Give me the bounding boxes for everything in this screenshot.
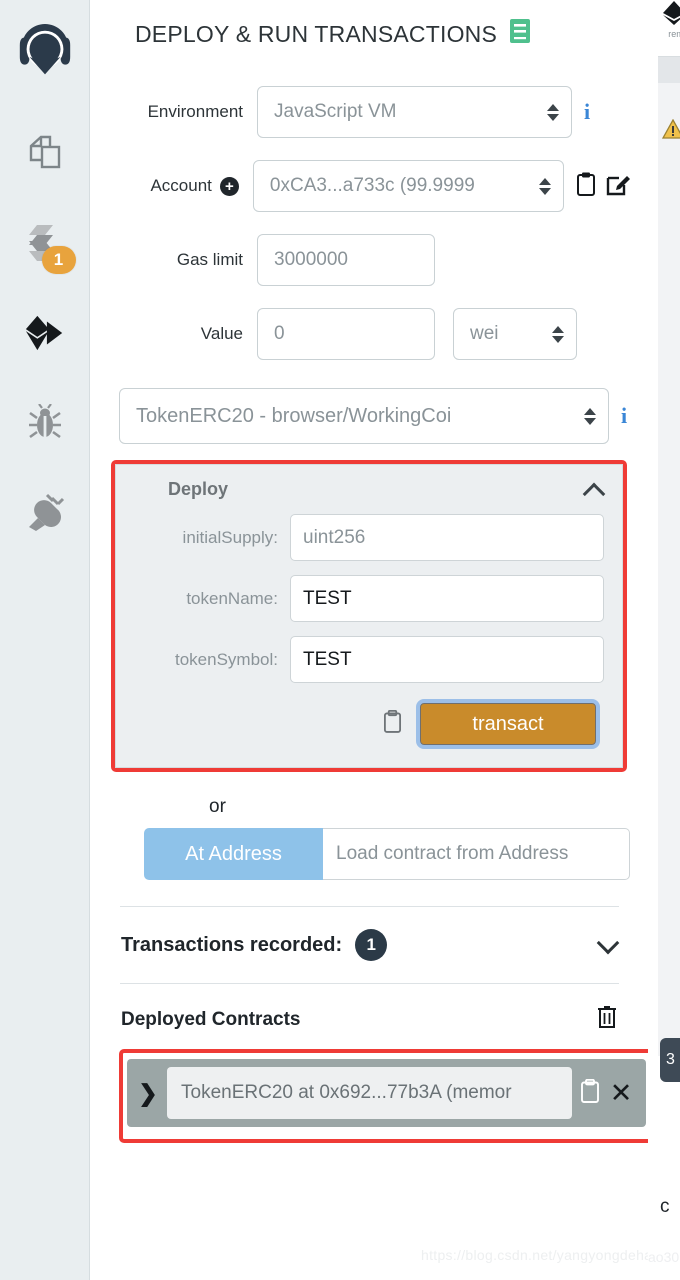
arg-label-token-symbol: tokenSymbol: [175, 649, 278, 669]
ethereum-diamond-icon [663, 1, 680, 30]
transactions-recorded-row[interactable]: Transactions recorded: 1 [109, 907, 630, 983]
account-label-text: Account [150, 176, 212, 195]
or-label: or [209, 796, 226, 817]
chevron-right-icon[interactable]: ❯ [137, 1080, 159, 1107]
watermark: https://blog.csdn.net/yangyongdehao30 [421, 1247, 648, 1263]
clipboard-icon[interactable] [576, 172, 596, 201]
remix-logo-icon [14, 22, 76, 89]
gas-limit-input[interactable]: 3000000 [257, 234, 435, 286]
deployed-contracts-highlight: ❯ TokenERC20 at 0x692...77b3A (memor ✕ [119, 1049, 648, 1143]
page-title: DEPLOY & RUN TRANSACTIONS [109, 0, 630, 50]
environment-select[interactable]: JavaScript VM [257, 86, 572, 138]
edit-square-icon[interactable] [606, 172, 630, 201]
value-unit: wei [470, 323, 499, 344]
arg-input-initial-supply[interactable]: uint256 [290, 514, 604, 561]
transactions-recorded-label: Transactions recorded: [121, 933, 343, 956]
chevron-updown-icon [545, 103, 561, 121]
deploy-arg-row: initialSupply: uint256 [134, 514, 604, 561]
gas-limit-label: Gas limit [176, 250, 243, 269]
value-input[interactable]: 0 [257, 308, 435, 360]
deploy-title: Deploy [168, 479, 229, 499]
plus-circle-icon[interactable]: + [219, 176, 239, 196]
compiler-badge-count: 1 [41, 246, 76, 274]
clipboard-icon[interactable] [383, 709, 402, 738]
environment-value: JavaScript VM [274, 101, 397, 122]
arg-input-token-symbol[interactable]: TEST [290, 636, 604, 683]
watermark-tail: ao30 [648, 1249, 680, 1265]
environment-row: Environment JavaScript VM i [109, 86, 630, 138]
value-label: Value [200, 324, 243, 343]
sidebar-item-deploy-run[interactable] [0, 290, 90, 380]
environment-label: Environment [147, 102, 243, 121]
transact-button[interactable]: transact [420, 703, 596, 745]
account-row: Account + 0xCA3...a733c (99.9999 [109, 160, 630, 212]
transactions-recorded-left: Transactions recorded: 1 [121, 929, 388, 961]
deployed-contract-row[interactable]: ❯ TokenERC20 at 0x692...77b3A (memor ✕ [127, 1059, 646, 1127]
arg-label-token-name: tokenName: [186, 588, 278, 608]
files-copy-icon [25, 133, 65, 178]
account-label: Account + [109, 176, 253, 196]
page-title-text: DEPLOY & RUN TRANSACTIONS [135, 20, 498, 47]
environment-info-icon[interactable]: i [584, 99, 590, 125]
value-row: Value 0 wei [109, 308, 630, 360]
plug-icon [25, 493, 65, 538]
chevron-updown-icon [582, 407, 598, 425]
sidebar-item-solidity-compiler[interactable]: 1 [0, 200, 90, 290]
gas-limit-value: 3000000 [274, 249, 348, 270]
contract-select-row: TokenERC20 - browser/WorkingCoi i [109, 388, 630, 444]
deploy-section: Deploy initialSupply: uint256 tokenName:… [115, 464, 623, 768]
chevron-down-icon[interactable] [598, 935, 618, 955]
trash-icon[interactable] [596, 1004, 618, 1035]
adjacent-panel-button[interactable]: 3 [660, 1038, 680, 1082]
deploy-run-panel: DEPLOY & RUN TRANSACTIONS Environment Ja… [91, 0, 648, 1280]
transactions-recorded-count: 1 [355, 929, 388, 961]
warning-triangle-icon [658, 83, 680, 144]
value-amount: 0 [274, 323, 285, 344]
at-address-input[interactable]: Load contract from Address [323, 828, 630, 880]
chevron-updown-icon [537, 177, 553, 195]
close-icon[interactable]: ✕ [608, 1078, 634, 1109]
adjacent-tab[interactable]: rem [656, 0, 680, 52]
sidebar-item-remix-home[interactable] [0, 0, 90, 110]
deploy-arg-row: tokenName: TEST [134, 575, 604, 622]
contract-info-icon[interactable]: i [621, 403, 627, 429]
remix-ide-screen: 1 DEPLOY & RUN TRANSACTIONS Environment … [0, 0, 680, 1280]
deploy-arg-row: tokenSymbol: TEST [134, 636, 604, 683]
book-icon[interactable] [509, 18, 531, 50]
deploy-actions: transact [134, 699, 604, 749]
sidebar-item-file-explorers[interactable] [0, 110, 90, 200]
adjacent-tab-label: rem [668, 29, 680, 39]
deployed-contract-label[interactable]: TokenERC20 at 0x692...77b3A (memor [167, 1067, 572, 1119]
at-address-row: At Address Load contract from Address [144, 828, 630, 880]
contract-value: TokenERC20 - browser/WorkingCoi [136, 404, 452, 427]
ethereum-diamond-icon [24, 312, 66, 359]
deploy-header: Deploy [134, 479, 604, 500]
account-value: 0xCA3...a733c (99.9999 [269, 175, 475, 196]
at-address-button[interactable]: At Address [144, 828, 323, 880]
adjacent-panel-body [658, 56, 680, 1056]
gas-limit-row: Gas limit 3000000 [109, 234, 630, 286]
clipboard-icon[interactable] [580, 1078, 600, 1108]
account-actions [576, 172, 630, 201]
sidebar-item-debugger[interactable] [0, 380, 90, 470]
chevron-up-icon[interactable] [584, 479, 604, 499]
deployed-contracts-title: Deployed Contracts [121, 1008, 301, 1030]
bug-icon [27, 402, 63, 447]
value-unit-select[interactable]: wei [453, 308, 577, 360]
adjacent-panel-text: c [660, 1196, 670, 1217]
chevron-updown-icon [550, 325, 566, 343]
sidebar-item-plugin-manager[interactable] [0, 470, 90, 560]
transact-focus-ring: transact [416, 699, 600, 749]
deployed-contracts-header: Deployed Contracts [109, 984, 630, 1035]
left-icon-bar: 1 [0, 0, 90, 1280]
arg-input-token-name[interactable]: TEST [290, 575, 604, 622]
adjacent-panel-strip: rem 3 c ao30 [648, 0, 680, 1280]
deploy-section-highlight: Deploy initialSupply: uint256 tokenName:… [111, 460, 627, 772]
arg-label-initial-supply: initialSupply: [182, 527, 278, 547]
contract-select[interactable]: TokenERC20 - browser/WorkingCoi [119, 388, 609, 444]
adjacent-panel-head [658, 57, 680, 83]
account-select[interactable]: 0xCA3...a733c (99.9999 [252, 160, 564, 212]
